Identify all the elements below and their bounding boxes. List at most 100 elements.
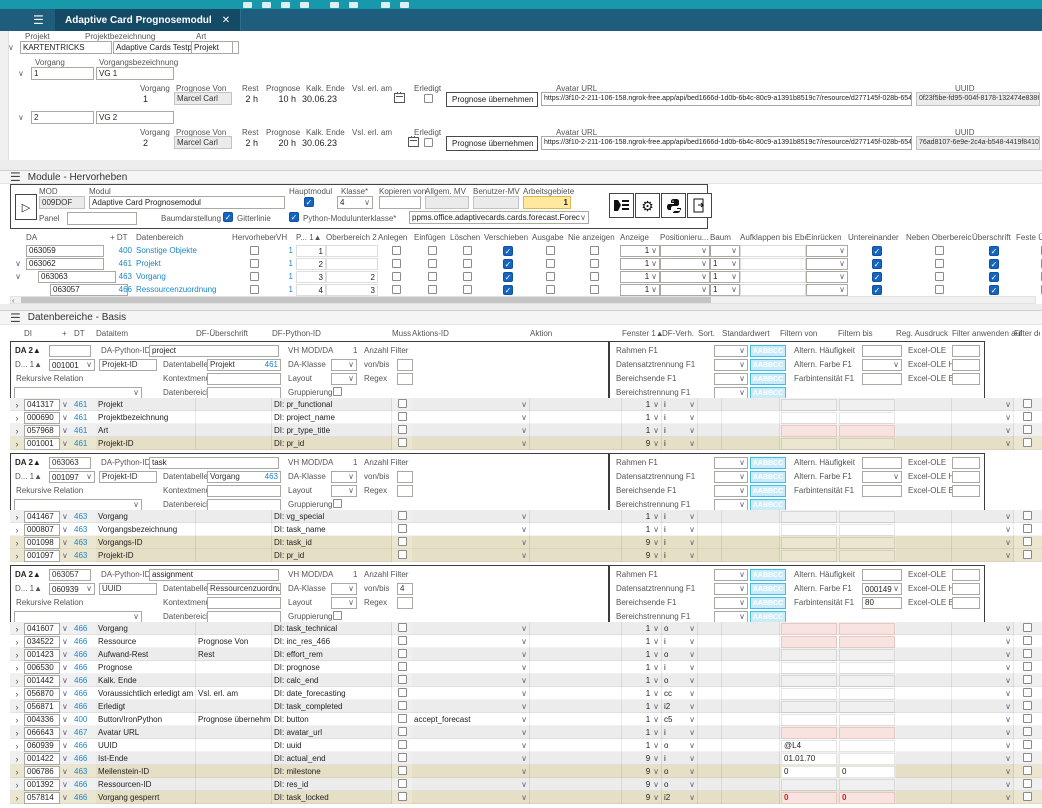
standardwert-cell[interactable] <box>722 523 780 536</box>
fenster-value[interactable]: 1 <box>646 525 650 534</box>
klasse-select[interactable]: 4∨ <box>337 196 373 209</box>
excel-ole-hoehe-field[interactable] <box>952 471 980 483</box>
oberbereich-cell[interactable] <box>326 245 378 257</box>
einfuegen-checkbox[interactable] <box>428 272 437 281</box>
benutzer-mv-field[interactable] <box>473 196 519 209</box>
loeschen-checkbox[interactable] <box>463 259 472 268</box>
task1-uuid-field[interactable]: 0f23f5be-fd95-004f-8178-132474e8386e <box>916 92 1040 106</box>
hervorheben-checkbox[interactable] <box>250 285 259 294</box>
verschieben-checkbox[interactable]: ✓ <box>503 272 513 282</box>
excel-ole-hoehe-field[interactable] <box>952 583 980 595</box>
reg-ausdruck-cell[interactable] <box>896 549 952 562</box>
df-verh-value[interactable]: i <box>664 439 666 448</box>
chevron-down-icon[interactable]: ∨ <box>62 513 74 521</box>
aktion-cell[interactable] <box>530 437 622 450</box>
chevron-down-icon[interactable]: ∨ <box>62 755 74 763</box>
aktion-cell[interactable] <box>530 778 622 791</box>
dataitem-row[interactable]: › 001423 ∨ 466 Aufwand-Rest Rest DI: eff… <box>10 648 1042 661</box>
nie-anzeigen-checkbox[interactable] <box>590 246 599 255</box>
sort-cell[interactable] <box>698 437 722 450</box>
fenster-value[interactable]: 1 <box>646 741 650 750</box>
di-input[interactable]: 004336 <box>24 714 60 726</box>
excel-ole-breite-field[interactable] <box>952 485 980 497</box>
color-sample-field[interactable]: AABBCC <box>750 471 786 483</box>
color-sample-field[interactable]: AABBCC <box>750 569 786 581</box>
datenbereich-link[interactable]: Sonstige Objekte <box>136 246 232 255</box>
chevron-down-icon[interactable]: ∨ <box>62 664 74 672</box>
muss-checkbox[interactable] <box>398 623 407 632</box>
df-verh-value[interactable]: cc <box>664 689 672 698</box>
row-expander-icon[interactable]: › <box>16 439 19 449</box>
standardwert-cell[interactable] <box>722 765 780 778</box>
modul-field[interactable]: Adaptive Card Prognosemodul <box>89 196 285 209</box>
row-expander-icon[interactable]: › <box>16 780 19 790</box>
task1-prognose-von-field[interactable]: Marcel Carl <box>174 92 232 105</box>
filtern-von-field[interactable] <box>781 438 837 450</box>
aufklappen-cell[interactable] <box>740 284 806 296</box>
sort-cell[interactable] <box>698 648 722 661</box>
reg-ausdruck-cell[interactable] <box>896 713 952 726</box>
altern-haeufigkeit-field[interactable] <box>862 569 902 581</box>
muss-checkbox[interactable] <box>398 792 407 801</box>
einfuegen-checkbox[interactable] <box>428 285 437 294</box>
fenster-value[interactable]: 1 <box>646 512 650 521</box>
col-dt[interactable]: DT <box>74 329 96 338</box>
col-plus[interactable]: + <box>62 329 74 338</box>
standardwert-cell[interactable] <box>722 510 780 523</box>
hervorheben-checkbox[interactable] <box>250 259 259 268</box>
toolbar-icon[interactable] <box>300 2 309 8</box>
col-reg-ausdruck[interactable]: Reg. Ausdruck <box>896 329 952 338</box>
filtern-von-field[interactable] <box>781 779 837 791</box>
aktion-cell[interactable] <box>530 765 622 778</box>
di-input[interactable]: 006786 <box>24 766 60 778</box>
filtern-von-field[interactable] <box>781 688 837 700</box>
row-expander-icon[interactable]: › <box>16 637 19 647</box>
ausgabe-checkbox[interactable] <box>546 259 555 268</box>
toolbar-icon[interactable] <box>400 2 409 8</box>
muss-checkbox[interactable] <box>398 714 407 723</box>
di-input[interactable]: 056870 <box>24 688 60 700</box>
filtern-bis-field[interactable] <box>839 753 895 765</box>
df-verh-value[interactable]: o <box>664 767 668 776</box>
di-input[interactable]: 041317 <box>24 399 60 411</box>
sort-cell[interactable] <box>698 674 722 687</box>
module-table-row[interactable]: ∨ 063062 461 Projekt 1 2 ✓ 1∨ ∨ 1∨ ∨ ✓ <box>10 257 1042 270</box>
einfuegen-checkbox[interactable] <box>428 259 437 268</box>
anlegen-checkbox[interactable] <box>392 272 401 281</box>
untereinander-checkbox[interactable]: ✓ <box>872 246 882 256</box>
section-menu-icon[interactable]: ☰ <box>10 170 21 184</box>
muss-checkbox[interactable] <box>398 662 407 671</box>
datenbereich-link[interactable]: Vorgang <box>136 272 232 281</box>
task1-avatar-url-field[interactable]: https://3f10-2-211-106-158.ngrok-free.ap… <box>541 92 912 106</box>
chevron-down-icon[interactable]: ∨ <box>62 638 74 646</box>
dataitem-row[interactable]: › 066643 ∨ 467 Avatar URL DI: avatar_url… <box>10 726 1042 739</box>
reg-ausdruck-cell[interactable] <box>896 726 952 739</box>
gruppierung-checkbox[interactable] <box>333 499 342 508</box>
filtern-von-field[interactable] <box>781 537 837 549</box>
filtern-bis-field[interactable] <box>839 438 895 450</box>
standardwert-cell[interactable] <box>722 398 780 411</box>
df-verh-value[interactable]: o <box>664 676 668 685</box>
dataitem-row[interactable]: › 006786 ∨ 463 Meilenstein-ID DI: milest… <box>10 765 1042 778</box>
module-table-row[interactable]: ∨ 063063 463 Vorgang 1 3 2 ✓ 1∨ ∨ 1∨ ∨ ✓ <box>10 270 1042 283</box>
filtern-bis-field[interactable] <box>839 714 895 726</box>
row-expander-icon[interactable]: › <box>16 624 19 634</box>
sort-cell[interactable] <box>698 726 722 739</box>
tab-adaptive-card-prognosemodul[interactable]: Adaptive Card Prognosemodul ✕ <box>55 9 241 31</box>
aktion-cell[interactable] <box>530 791 622 804</box>
kopieren-von-field[interactable] <box>379 196 421 209</box>
aktion-cell[interactable] <box>530 510 622 523</box>
module-table-row[interactable]: ∨ 063057 466 Ressourcenzuordnung 1 4 3 ✓… <box>10 283 1042 296</box>
loeschen-checkbox[interactable] <box>463 272 472 281</box>
col-baum[interactable]: Baum <box>710 233 740 242</box>
di-input[interactable]: 056871 <box>24 701 60 713</box>
color-sample-field[interactable]: AABBCC <box>750 597 786 609</box>
di-input[interactable]: 001442 <box>24 675 60 687</box>
task2-prognose-von-field[interactable]: Marcel Carl <box>174 136 232 149</box>
col-positionierung[interactable]: Positionieru... <box>660 233 710 242</box>
hamburger-menu-icon[interactable]: ☰ <box>33 13 44 27</box>
dataitem-row[interactable]: › 006530 ∨ 466 Prognose DI: prognose ∨ 1… <box>10 661 1042 674</box>
hervorheben-checkbox[interactable] <box>250 246 259 255</box>
filtern-von-field[interactable] <box>781 662 837 674</box>
dataitem-row[interactable]: › 041467 ∨ 463 Vorgang DI: vg_special ∨ … <box>10 510 1042 523</box>
